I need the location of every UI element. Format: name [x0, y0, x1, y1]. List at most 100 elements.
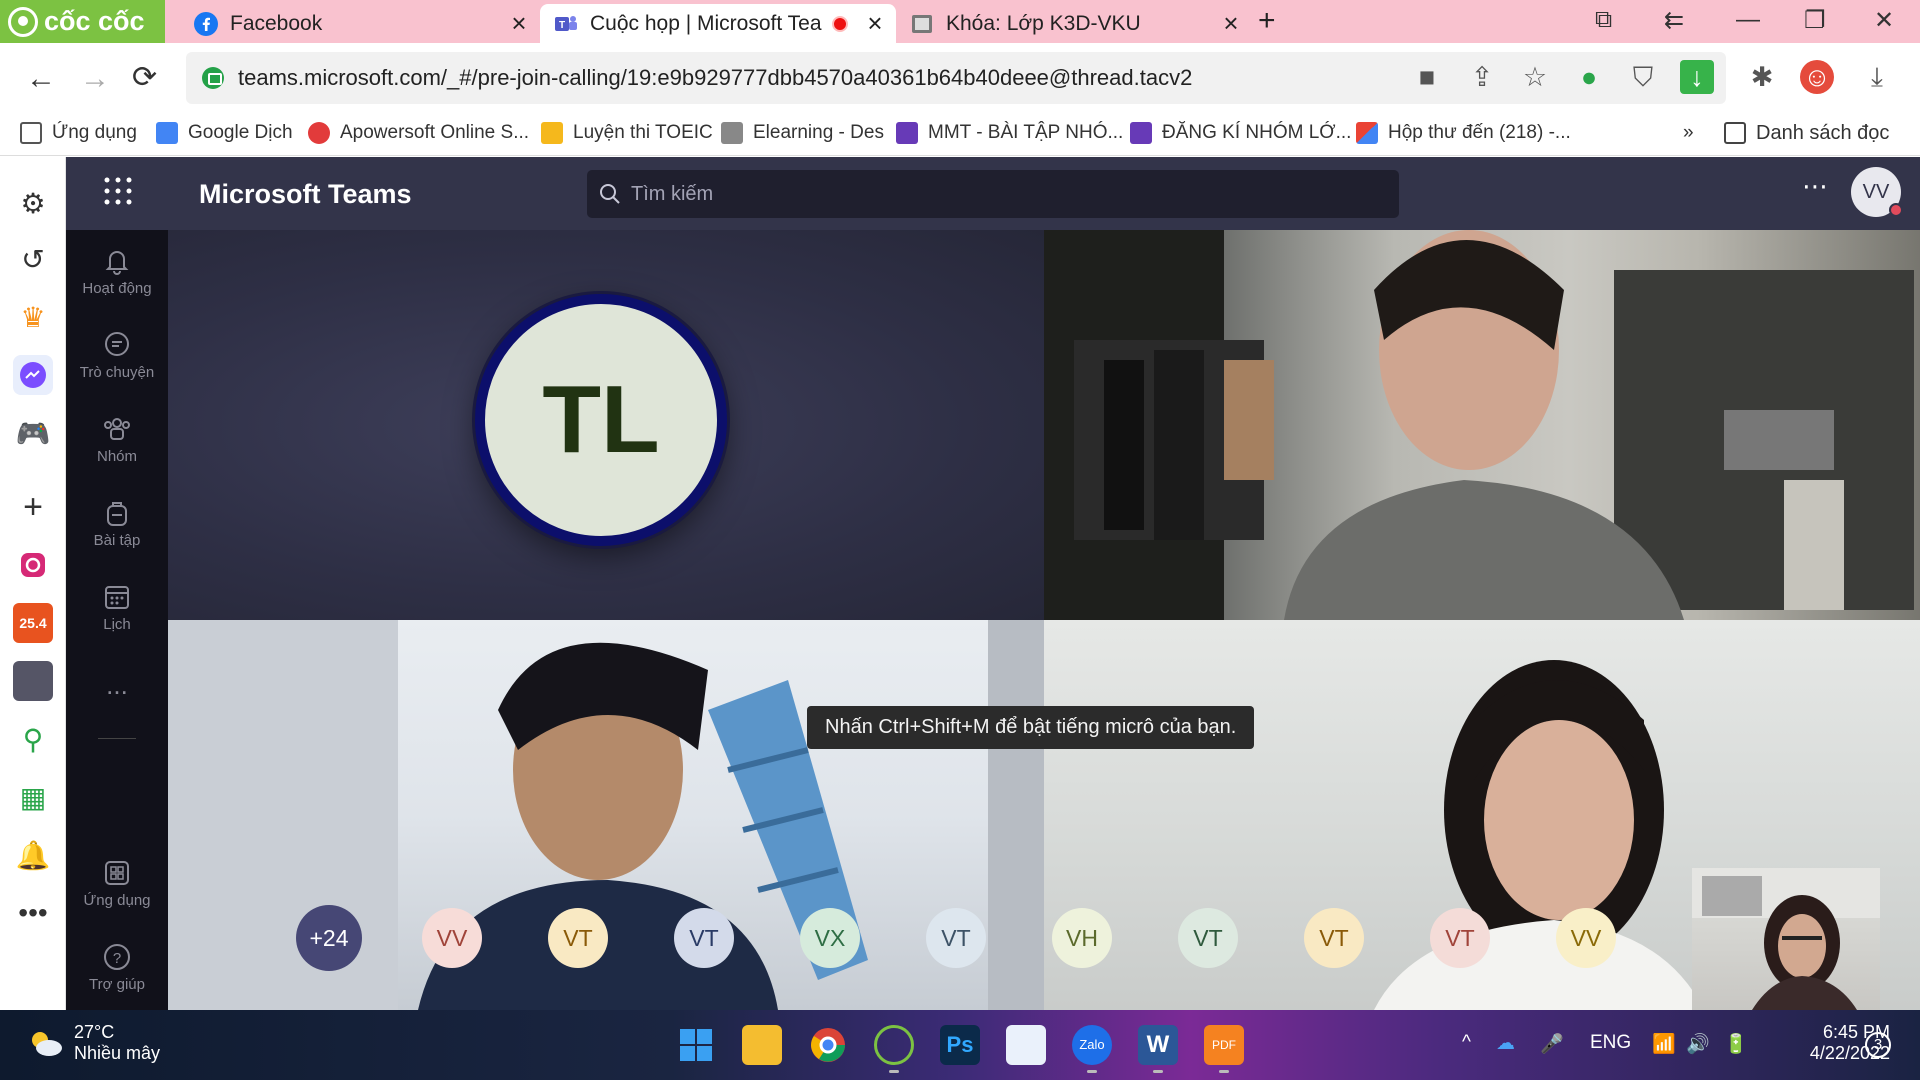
bookmark-elearning[interactable]: Elearning - Des [721, 118, 884, 148]
rail-apps[interactable]: Ứng dụng [66, 858, 168, 909]
participants-overflow-badge[interactable]: +24 [296, 905, 362, 971]
bookmark-mmt[interactable]: MMT - BÀI TẬP NHÓ... [896, 118, 1123, 148]
search-input[interactable]: Tìm kiếm [587, 170, 1399, 218]
bookmark-gmail[interactable]: Hộp thư đến (218) -... [1356, 118, 1571, 148]
word-icon[interactable]: W [1138, 1025, 1178, 1065]
tab-search-icon[interactable]: ⇇ [1664, 6, 1684, 35]
photoshop-icon[interactable]: Ps [940, 1025, 980, 1065]
windows-start-icon[interactable] [676, 1025, 716, 1065]
participant-bubble[interactable]: VH [1052, 908, 1112, 968]
camera-icon[interactable]: ■ [1410, 60, 1444, 94]
share-icon[interactable]: ⇪ [1465, 60, 1499, 94]
wifi-icon[interactable]: 📶 [1652, 1032, 1676, 1056]
shield-icon[interactable]: ⛉ [1626, 60, 1660, 94]
screenshot-icon[interactable]: ⧉ [1595, 6, 1612, 34]
coccoc-logo[interactable]: cốc cốc [0, 0, 165, 43]
tab-elearning[interactable]: Khóa: Lớp K3D-VKU × [896, 4, 1252, 43]
app-launcher-icon[interactable] [102, 175, 134, 207]
close-window-button[interactable]: ✕ [1874, 6, 1894, 35]
shopee-icon[interactable]: 25.4 [13, 603, 53, 643]
rail-teams[interactable]: Nhóm [66, 414, 168, 465]
rail-chat[interactable]: Trò chuyện [66, 330, 168, 381]
show-hidden-icons-chevron-icon[interactable]: ^ [1462, 1032, 1471, 1054]
settings-gear-icon[interactable]: ⚙ [13, 183, 53, 223]
notification-bell-icon[interactable]: 🔔 [13, 835, 53, 875]
history-icon[interactable]: ↺ [13, 239, 53, 279]
chrome-icon[interactable] [808, 1025, 848, 1065]
zalo-icon[interactable]: Zalo [1072, 1025, 1112, 1065]
rail-divider [98, 738, 136, 739]
battery-icon[interactable]: 🔋 [1724, 1032, 1748, 1056]
new-tab-button[interactable]: + [1258, 4, 1276, 38]
coccoc-taskbar-icon[interactable] [874, 1025, 914, 1065]
forward-button[interactable]: → [80, 62, 110, 96]
tab-close-button[interactable]: × [1218, 8, 1244, 39]
game-avatar-icon[interactable] [13, 661, 53, 701]
bookmark-toeic[interactable]: Luyện thi TOEIC [541, 118, 713, 148]
participant-bubble[interactable]: VT [1430, 908, 1490, 968]
notification-center-badge[interactable]: 3 [1865, 1032, 1891, 1058]
google-translate-icon [156, 122, 178, 144]
participant-bubble[interactable]: VT [548, 908, 608, 968]
onedrive-icon[interactable]: ☁ [1496, 1032, 1515, 1055]
messenger-icon[interactable] [13, 355, 53, 395]
reading-list-button[interactable]: Danh sách đọc [1724, 118, 1889, 148]
participant-bubble[interactable]: VT [674, 908, 734, 968]
url-text[interactable]: teams.microsoft.com/_#/pre-join-calling/… [238, 65, 1192, 91]
bookmarks-overflow-button[interactable]: » [1683, 118, 1694, 148]
rail-more-button[interactable]: ... [66, 670, 168, 701]
weather-widget[interactable]: 27°C Nhiều mây [26, 1022, 160, 1064]
rail-activity[interactable]: Hoạt động [66, 246, 168, 297]
bookmark-google-dich[interactable]: Google Dịch [156, 118, 293, 148]
microphone-icon[interactable]: 🎤 [1540, 1032, 1564, 1056]
pdf-app-icon[interactable]: PDF [1204, 1025, 1244, 1065]
more-icon[interactable]: ••• [13, 893, 53, 933]
bookmark-apps[interactable]: Ứng dụng [20, 118, 137, 148]
bookmark-star-icon[interactable]: ☆ [1518, 60, 1552, 94]
gamepad-icon[interactable]: 🎮 [13, 413, 53, 453]
participant-bubble[interactable]: VV [422, 908, 482, 968]
video-tile-participant-1[interactable] [1044, 230, 1920, 620]
reload-button[interactable]: ⟳ [132, 60, 157, 95]
secure-lock-icon[interactable] [202, 67, 224, 89]
user-avatar[interactable]: VV [1851, 167, 1903, 217]
tab-close-button[interactable]: × [862, 8, 888, 39]
browser-tab-bar: cốc cốc Facebook × T Cuộc họp | Microsof… [0, 0, 1920, 43]
rail-assignments[interactable]: Bài tập [66, 498, 168, 549]
apps-icon [105, 861, 129, 885]
rail-calendar[interactable]: Lịch [66, 582, 168, 633]
profile-icon[interactable]: ☺ [1800, 60, 1834, 94]
participant-tile-tl[interactable]: TL [168, 230, 1044, 620]
participant-bubble[interactable]: VV [1556, 908, 1616, 968]
crown-icon[interactable]: ♛ [13, 297, 53, 337]
tab-close-button[interactable]: × [506, 8, 532, 39]
tab-facebook[interactable]: Facebook × [180, 4, 540, 43]
minimize-button[interactable]: — [1736, 6, 1760, 34]
instagram-icon[interactable] [13, 545, 53, 585]
bookmark-dang-ki[interactable]: ĐĂNG KÍ NHÓM LỚ... [1130, 118, 1351, 148]
participant-bubble[interactable]: VT [926, 908, 986, 968]
language-indicator[interactable]: ENG [1590, 1032, 1631, 1054]
download-green-icon[interactable]: ↓ [1680, 60, 1714, 94]
spreadsheet-icon[interactable]: ▦ [13, 777, 53, 817]
rail-help[interactable]: ? Trợ giúp [66, 942, 168, 993]
downloads-icon[interactable]: ⤓ [1860, 60, 1894, 94]
speaker-initials: TL [542, 366, 660, 473]
dark-mode-icon[interactable]: ● [1572, 60, 1606, 94]
word-alt-icon[interactable] [1006, 1025, 1046, 1065]
participant-bubble[interactable]: VT [1304, 908, 1364, 968]
participant-bubble[interactable]: VX [800, 908, 860, 968]
add-sidebar-button[interactable]: + [13, 487, 53, 527]
more-options-button[interactable]: ⋯ [1802, 171, 1828, 202]
participant-bubble[interactable]: VT [1178, 908, 1238, 968]
restore-button[interactable]: ❐ [1804, 6, 1826, 35]
self-view-video[interactable] [1692, 868, 1880, 1010]
tab-teams-meeting[interactable]: T Cuộc họp | Microsoft Tea × [540, 4, 896, 43]
file-explorer-icon[interactable] [742, 1025, 782, 1065]
extensions-icon[interactable]: ✱ [1745, 60, 1779, 94]
back-button[interactable]: ← [26, 62, 56, 96]
bookmark-apowersoft[interactable]: Apowersoft Online S... [308, 118, 529, 148]
coccoc-tools-icon[interactable]: ⚲ [13, 719, 53, 759]
volume-icon[interactable]: 🔊 [1686, 1032, 1710, 1056]
bell-icon [105, 251, 129, 275]
